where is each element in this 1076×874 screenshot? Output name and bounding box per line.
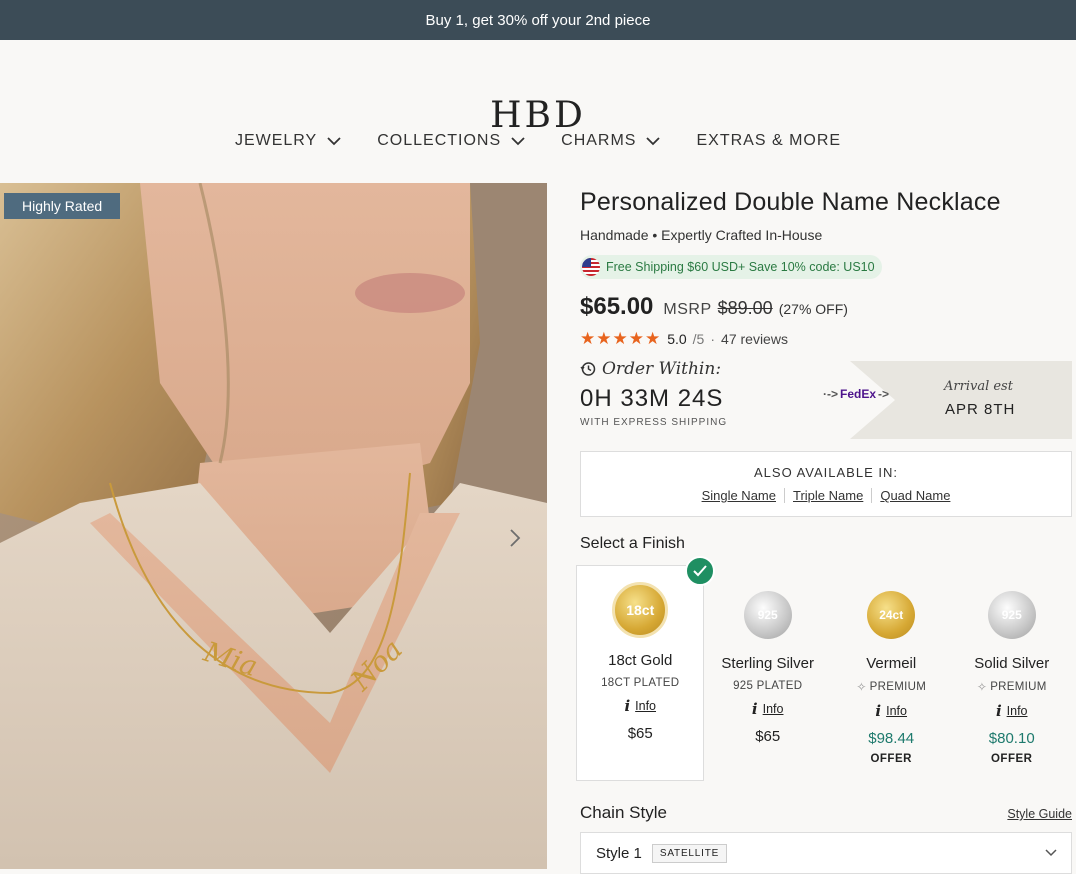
arrival-date: APR 8TH (945, 401, 1016, 418)
info-label: Info (1006, 704, 1028, 718)
product-title: Personalized Double Name Necklace (580, 188, 1001, 216)
carrier-name: FedEx (840, 387, 877, 401)
finish-name: 18ct Gold (608, 652, 673, 669)
finish-option-sterling-silver[interactable]: 925 Sterling Silver 925 PLATED i Info $65 (704, 565, 830, 781)
nav-extras[interactable]: EXTRAS & MORE (696, 132, 841, 150)
nav-jewelry-label: JEWELRY (234, 132, 318, 149)
chain-style-value: Style 1 (596, 844, 642, 862)
star-rating-icon: ★★★★★ (580, 329, 662, 348)
also-available-links: Single Name Triple Name Quad Name (581, 488, 1071, 503)
finish-info-link[interactable]: i Info (831, 702, 952, 720)
finish-name: Sterling Silver (721, 655, 814, 672)
finish-options: 18ct 18ct Gold 18CT PLATED i Info $65 925… (576, 556, 1072, 781)
arrival-label: Arrival est (944, 379, 1013, 394)
chain-style-tag: SATELLITE (651, 843, 728, 863)
chevron-down-icon (646, 136, 661, 145)
finish-info-link[interactable]: i Info (951, 702, 1072, 720)
finish-option-vermeil[interactable]: 24ct Vermeil ✧ PREMIUM i Info $98.44 OFFER (831, 565, 952, 781)
price-row: $65.00 MSRP $89.00 (27% OFF) (580, 293, 1072, 321)
info-icon: i (875, 702, 882, 720)
product-subtitle: Handmade • Expertly Crafted In-House (580, 227, 823, 243)
info-label: Info (635, 699, 657, 713)
finish-price: $98.44 (868, 730, 915, 747)
nav-charms-label: CHARMS (561, 132, 637, 149)
offer-tag: OFFER (990, 753, 1033, 765)
discount-percent: (27% OFF) (778, 301, 848, 317)
also-available-title: ALSO AVAILABLE IN: (754, 465, 898, 480)
nav-collections[interactable]: COLLECTIONS (377, 132, 525, 150)
finish-sub: 925 PLATED (733, 680, 803, 692)
gold-coin-icon: 24ct (867, 591, 916, 639)
logo[interactable]: HBD (0, 98, 1076, 134)
finish-info-link[interactable]: i Info (577, 697, 703, 715)
finish-price: $80.10 (988, 730, 1035, 747)
finish-price: $65 (627, 725, 653, 742)
chevron-down-icon (1045, 849, 1057, 857)
chain-style-select[interactable]: Style 1 SATELLITE (580, 832, 1072, 874)
silver-coin-icon: 925 (743, 591, 792, 639)
chain-style-header: Chain Style Style Guide (580, 803, 1072, 823)
chain-style-title: Chain Style (580, 803, 667, 822)
nav-jewelry[interactable]: JEWELRY (235, 132, 341, 150)
sparkle-icon: ✧ (856, 680, 867, 694)
promo-banner: Buy 1, get 30% off your 2nd piece (0, 0, 1076, 40)
style-guide-link[interactable]: Style Guide (1007, 807, 1072, 821)
link-single-name[interactable]: Single Name (694, 488, 784, 503)
finish-option-18ct-gold[interactable]: 18ct 18ct Gold 18CT PLATED i Info $65 (576, 556, 716, 781)
shipping-badge: Free Shipping $60 USD+ Save 10% code: US… (580, 255, 882, 279)
rating-value: 5.0 (667, 331, 687, 347)
rating-scale: /5 (692, 331, 705, 347)
gold-coin-icon: 18ct (612, 582, 669, 638)
current-price: $65.00 (580, 293, 654, 320)
site-header: HBD JEWELRY COLLECTIONS CHARMS EXTRAS & … (0, 40, 1076, 183)
finish-sub: 18CT PLATED (601, 677, 680, 689)
model-photo: Mia Noa (0, 183, 547, 869)
product-image[interactable]: Mia Noa Highly Rated (0, 183, 547, 869)
info-icon: i (624, 697, 631, 715)
nav-collections-label: COLLECTIONS (377, 132, 502, 149)
finish-name: Vermeil (866, 655, 917, 672)
info-label: Info (886, 704, 907, 718)
nav-charms[interactable]: CHARMS (561, 132, 661, 150)
main-nav: JEWELRY COLLECTIONS CHARMS EXTRAS & MORE (0, 132, 1076, 150)
fedex-logo: ·-> FedEx -> (823, 387, 890, 401)
highly-rated-badge: Highly Rated (4, 193, 121, 219)
finish-sub-premium: ✧ PREMIUM (951, 680, 1072, 694)
nav-extras-label: EXTRAS & MORE (696, 132, 842, 149)
info-label: Info (762, 702, 784, 716)
rating-separator: · (710, 331, 716, 347)
link-quad-name[interactable]: Quad Name (871, 488, 958, 503)
msrp-price: $89.00 (717, 298, 773, 318)
finish-sub: PREMIUM (990, 681, 1047, 693)
chevron-down-icon (327, 136, 341, 145)
also-available-box: ALSO AVAILABLE IN: Single Name Triple Na… (580, 451, 1072, 517)
info-icon: i (751, 700, 758, 718)
delivery-estimate: Order Within: 0H 33M 24S WITH EXPRESS SH… (580, 359, 1072, 441)
offer-tag: OFFER (870, 753, 912, 765)
review-count[interactable]: 47 reviews (721, 331, 788, 347)
chevron-right-icon[interactable] (508, 528, 522, 548)
silver-coin-icon: 925 (987, 591, 1036, 639)
link-triple-name[interactable]: Triple Name (784, 488, 871, 503)
finish-info-link[interactable]: i Info (704, 700, 830, 718)
finish-sub: PREMIUM (869, 681, 927, 693)
finish-option-solid-silver[interactable]: 925 Solid Silver ✧ PREMIUM i Info $80.10 O… (951, 565, 1072, 781)
promo-text: Buy 1, get 30% off your 2nd piece (425, 11, 651, 29)
finish-sub-premium: ✧ PREMIUM (831, 680, 952, 694)
finish-name: Solid Silver (974, 655, 1050, 672)
order-within-text: Order Within: (602, 359, 722, 379)
history-clock-icon (580, 362, 596, 376)
info-icon: i (995, 702, 1002, 720)
msrp-label: MSRP (663, 301, 712, 318)
finish-price: $65 (755, 728, 781, 745)
us-flag-icon (582, 258, 600, 276)
rating-row[interactable]: ★★★★★ 5.0 /5 · 47 reviews (580, 329, 1072, 349)
shipping-text: Free Shipping $60 USD+ Save 10% code: US… (606, 260, 875, 274)
chevron-down-icon (511, 136, 525, 145)
product-details: Personalized Double Name Necklace Handma… (576, 183, 1072, 874)
finish-section-title: Select a Finish (580, 535, 685, 552)
sparkle-icon: ✧ (976, 680, 988, 694)
